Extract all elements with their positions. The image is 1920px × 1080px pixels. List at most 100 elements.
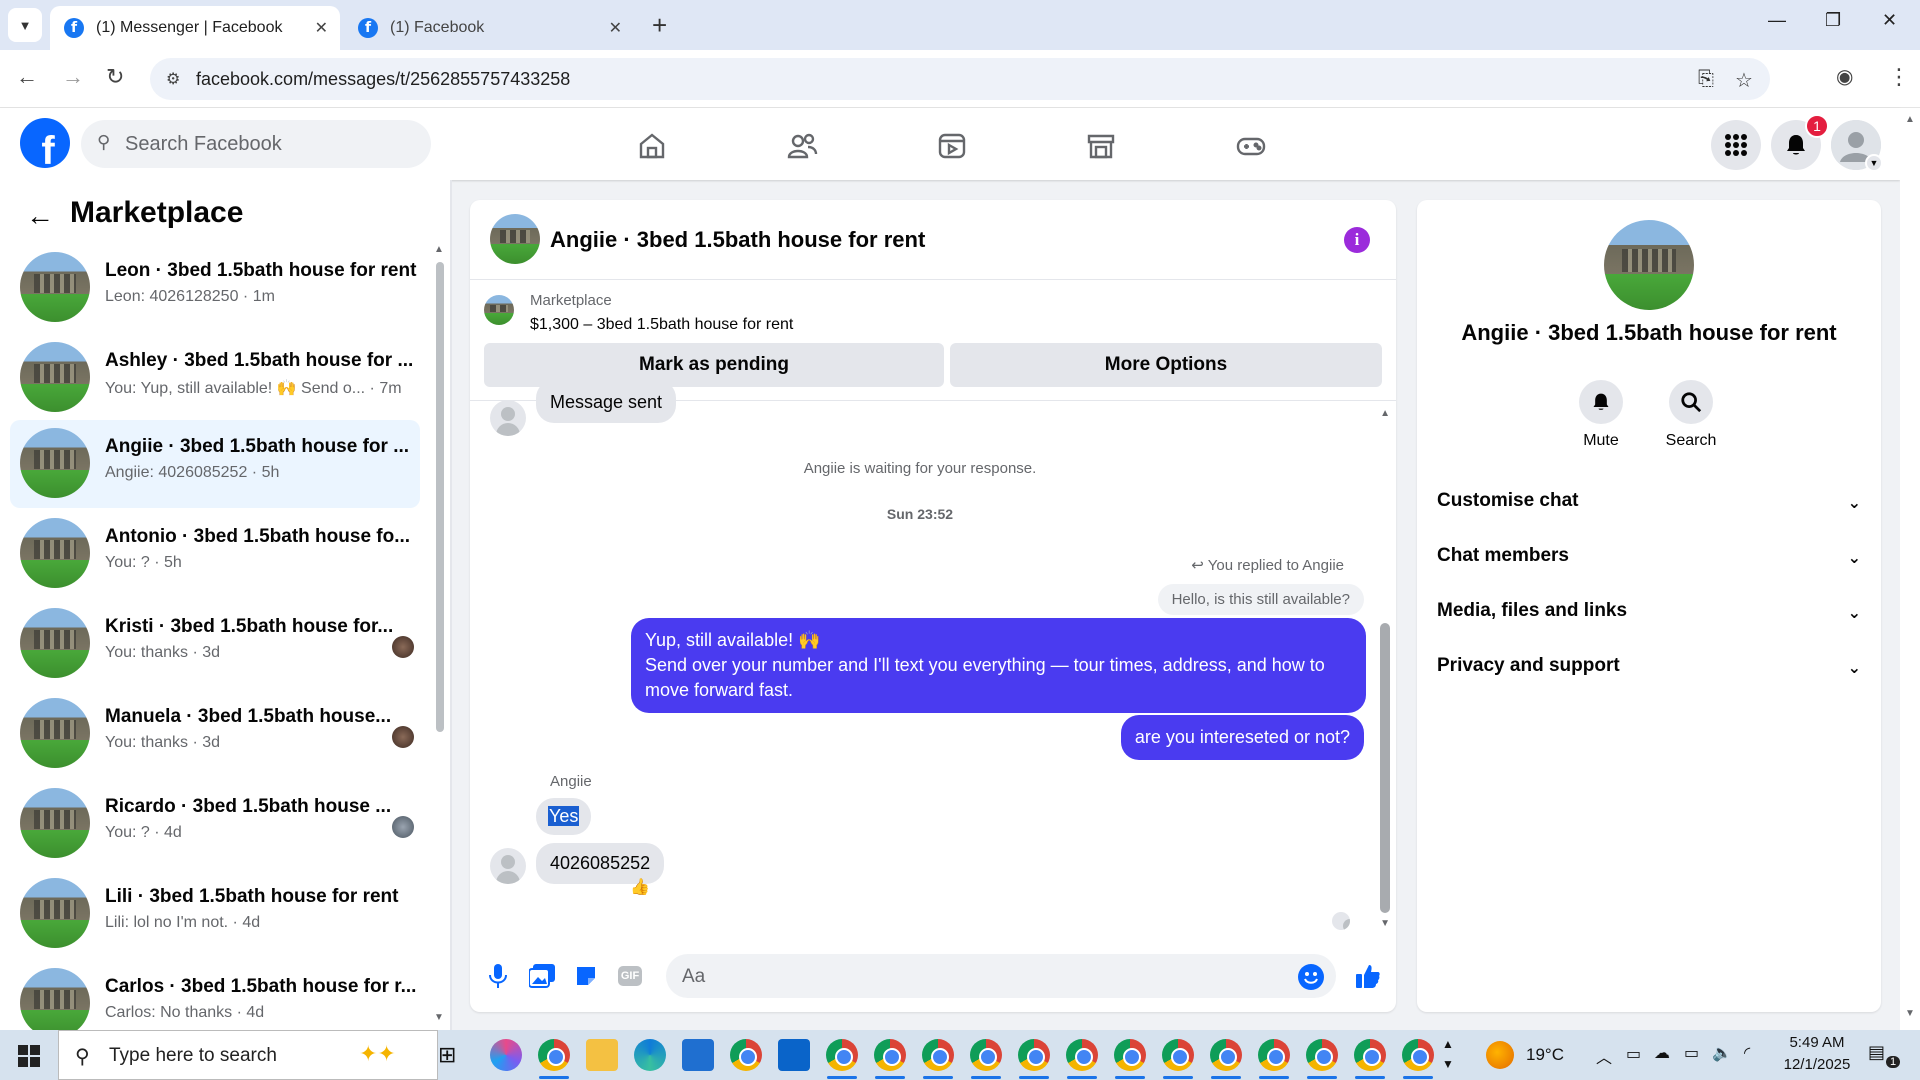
page-scrollbar[interactable]: ▲ ▼ — [1900, 108, 1920, 1030]
scroll-up-icon[interactable]: ▲ — [1905, 114, 1915, 125]
tab-search-chevron-icon[interactable]: ▼ — [8, 8, 42, 42]
media-files-links-row[interactable]: Media, files and links ⌄ — [1437, 600, 1861, 640]
mute-button[interactable]: Mute — [1561, 380, 1641, 450]
conversation-item[interactable]: Manuela · 3bed 1.5bath house... You: tha… — [10, 690, 420, 778]
info-icon[interactable]: i — [1344, 227, 1370, 253]
volume-icon[interactable]: 🔈 — [1712, 1043, 1732, 1063]
chat-title[interactable]: Angiie · 3bed 1.5bath house for rent — [550, 227, 925, 253]
conversation-item[interactable]: Ashley · 3bed 1.5bath house for ... You:… — [10, 334, 420, 422]
scroll-down-icon[interactable]: ▼ — [1905, 1008, 1915, 1019]
chrome-profile-icon[interactable] — [1162, 1039, 1194, 1071]
message-input[interactable]: Aa — [666, 954, 1336, 998]
windows-start-icon[interactable] — [18, 1045, 40, 1067]
window-close-icon[interactable]: ✕ — [1882, 10, 1897, 31]
message-bubble-outgoing[interactable]: are you intereseted or not? — [1120, 715, 1364, 760]
notification-center-icon[interactable]: ▤ — [1868, 1042, 1885, 1063]
conversation-item[interactable]: Antonio · 3bed 1.5bath house fo... You: … — [10, 510, 420, 598]
notifications-bell-icon[interactable]: 1 — [1771, 114, 1829, 170]
gaming-icon[interactable] — [1231, 126, 1271, 166]
weather-temperature[interactable]: 19°C — [1526, 1045, 1564, 1065]
conversation-item[interactable]: Leon · 3bed 1.5bath house for rent Leon:… — [10, 244, 420, 332]
conversation-item[interactable]: Ricardo · 3bed 1.5bath house ... You: ? … — [10, 780, 420, 868]
install-icon[interactable]: ⎘ — [1698, 68, 1714, 91]
back-icon[interactable]: ← — [16, 64, 38, 90]
scroll-down-icon[interactable]: ▼ — [1380, 918, 1390, 929]
chat-avatar[interactable] — [490, 214, 540, 264]
friends-icon[interactable] — [782, 126, 822, 166]
customise-chat-row[interactable]: Customise chat ⌄ — [1437, 490, 1861, 530]
chrome-profile-icon[interactable] — [970, 1039, 1002, 1071]
taskbar-overflow-icon[interactable]: ▲ ▼ — [1442, 1034, 1454, 1074]
facebook-search-input[interactable]: ⚲ Search Facebook — [81, 120, 431, 168]
reload-icon[interactable]: ↻ — [106, 64, 124, 90]
star-icon[interactable]: ☆ — [1735, 68, 1753, 93]
site-settings-icon[interactable]: ⚙ — [166, 69, 180, 89]
cloud-icon[interactable]: ☁ — [1654, 1043, 1670, 1063]
kebab-menu-icon[interactable]: ⋮ — [1888, 64, 1910, 90]
chrome-profile-icon[interactable] — [1018, 1039, 1050, 1071]
marketplace-icon[interactable] — [1081, 126, 1121, 166]
forward-icon[interactable]: → — [62, 64, 84, 90]
more-options-button[interactable]: More Options — [950, 343, 1382, 387]
battery-icon[interactable]: ▭ — [1684, 1043, 1699, 1063]
thumbs-up-reaction-icon[interactable]: 👍 — [630, 877, 650, 897]
file-explorer-icon[interactable] — [586, 1039, 618, 1071]
minimize-icon[interactable]: — — [1768, 10, 1786, 31]
weather-icon[interactable] — [1486, 1041, 1514, 1069]
store-icon[interactable] — [682, 1039, 714, 1071]
sticker-icon[interactable] — [572, 962, 600, 990]
privacy-support-row[interactable]: Privacy and support ⌄ — [1437, 655, 1861, 695]
chat-members-row[interactable]: Chat members ⌄ — [1437, 545, 1861, 585]
thumbs-up-send-icon[interactable] — [1354, 962, 1382, 990]
profile-icon[interactable]: ◉ — [1836, 64, 1853, 89]
scroll-up-icon[interactable]: ▲ — [434, 244, 444, 255]
show-hidden-icons-icon[interactable]: ︿ — [1596, 1044, 1612, 1068]
clock-date[interactable]: 12/1/2025 — [1778, 1056, 1856, 1073]
taskbar-search-input[interactable]: ⚲ Type here to search ✦✦ — [58, 1030, 438, 1080]
microphone-icon[interactable] — [484, 962, 512, 990]
outlook-icon[interactable] — [778, 1039, 810, 1071]
device-icon[interactable]: ▭ — [1626, 1044, 1641, 1064]
new-tab-plus-icon[interactable]: + — [652, 10, 667, 41]
tab-messenger[interactable]: f (1) Messenger | Facebook ✕ — [50, 6, 340, 50]
sidebar-scrollbar[interactable] — [436, 262, 444, 732]
chat-scrollbar[interactable] — [1380, 623, 1390, 913]
chrome-profile-icon[interactable] — [1066, 1039, 1098, 1071]
account-avatar[interactable]: ▼ — [1831, 120, 1883, 172]
gif-icon[interactable]: GIF — [616, 962, 644, 990]
chrome-profile-icon[interactable] — [874, 1039, 906, 1071]
url-text[interactable]: facebook.com/messages/t/2562855757433258 — [196, 69, 570, 90]
chrome-profile-icon[interactable] — [1402, 1039, 1434, 1071]
chrome-profile-icon[interactable] — [1258, 1039, 1290, 1071]
emoji-icon[interactable] — [1298, 964, 1324, 990]
video-icon[interactable] — [932, 126, 972, 166]
close-icon[interactable]: ✕ — [609, 18, 622, 38]
message-bubble-incoming[interactable]: Message sent — [536, 380, 677, 423]
conversation-item[interactable]: Kristi · 3bed 1.5bath house for... You: … — [10, 600, 420, 688]
chrome-profile-icon[interactable] — [1114, 1039, 1146, 1071]
message-bubble-outgoing[interactable]: Yup, still available! 🙌 Send over your n… — [631, 618, 1366, 713]
search-in-chat-button[interactable]: Search — [1651, 380, 1731, 450]
address-bar[interactable]: ⚙ facebook.com/messages/t/25628557574332… — [150, 58, 1770, 100]
photo-icon[interactable] — [528, 962, 556, 990]
chrome-icon[interactable] — [538, 1039, 570, 1071]
tab-facebook[interactable]: f (1) Facebook ✕ — [344, 6, 634, 50]
clock-time[interactable]: 5:49 AM — [1782, 1034, 1852, 1051]
facebook-logo-icon[interactable]: f — [20, 118, 70, 168]
conversation-item-active[interactable]: Angiie · 3bed 1.5bath house for ... Angi… — [10, 420, 420, 508]
chrome-profile-icon[interactable] — [922, 1039, 954, 1071]
edge-icon[interactable] — [634, 1039, 666, 1071]
chrome-profile-icon[interactable] — [826, 1039, 858, 1071]
task-view-icon[interactable]: ⊞ — [438, 1042, 456, 1068]
menu-grid-icon[interactable] — [1711, 120, 1761, 170]
back-arrow-icon[interactable]: ← — [26, 200, 54, 232]
restore-icon[interactable]: ❐ — [1825, 10, 1841, 31]
chrome-profile-icon[interactable] — [1210, 1039, 1242, 1071]
quoted-message[interactable]: Hello, is this still available? — [1157, 584, 1364, 615]
scroll-up-icon[interactable]: ▲ — [1380, 408, 1390, 419]
scroll-down-icon[interactable]: ▼ — [434, 1012, 444, 1023]
chrome-profile-icon[interactable] — [1354, 1039, 1386, 1071]
chrome-icon[interactable] — [730, 1039, 762, 1071]
message-bubble-incoming[interactable]: Yes — [536, 798, 592, 835]
network-icon[interactable]: ◜ — [1744, 1043, 1750, 1063]
